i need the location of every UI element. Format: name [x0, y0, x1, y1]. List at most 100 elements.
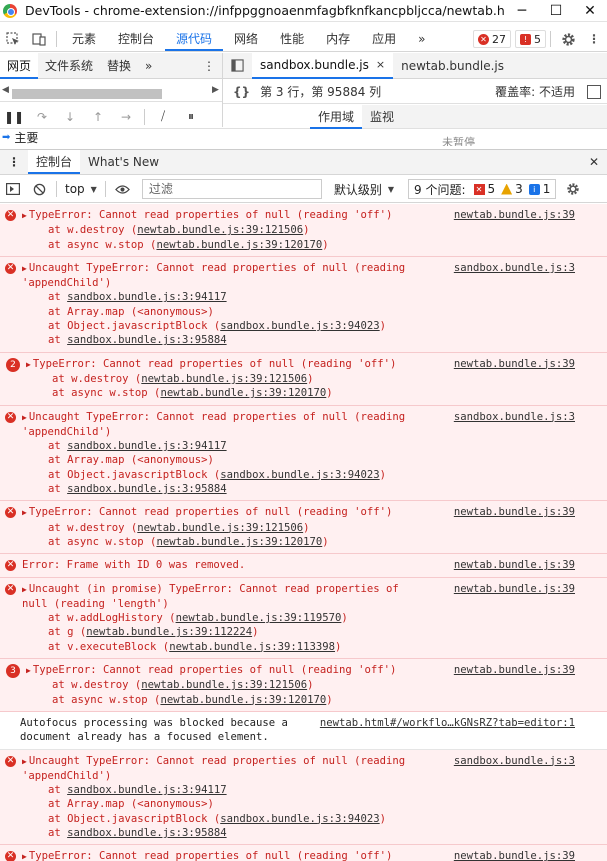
deactivate-breakpoints-icon[interactable]: ⧸ [149, 109, 177, 124]
stack-frame-link[interactable]: newtab.bundle.js:39:119570 [176, 612, 342, 624]
navigator-tab-0[interactable]: 网页 [0, 52, 39, 79]
expand-icon[interactable]: ▶ [22, 757, 27, 766]
close-tab-icon[interactable]: × [376, 52, 385, 78]
console-message[interactable]: ✕ newtab.bundle.js:39 ▶ TypeError: Cannot r… [0, 501, 607, 555]
stack-frame-link[interactable]: newtab.bundle.js:39:121506 [137, 224, 303, 236]
pause-icon[interactable]: ❚❚ [0, 110, 28, 124]
more-options-icon[interactable]: ⋮ [581, 27, 607, 51]
stack-frame-link[interactable]: sandbox.bundle.js:3:94023 [220, 469, 379, 481]
source-link[interactable]: newtab.bundle.js:39 [454, 357, 575, 371]
console-message[interactable]: 2 newtab.bundle.js:39 ▶ TypeError: Cannot r… [0, 352, 607, 406]
navigator-tab-2[interactable]: 替换 [100, 53, 138, 79]
step-out-icon[interactable]: ↑ [84, 110, 112, 124]
toggle-debugger-icon[interactable] [587, 84, 601, 99]
stack-frame-link[interactable]: newtab.bundle.js:39:120170 [160, 387, 326, 399]
issue-count-badge[interactable]: ! 5 [515, 30, 546, 48]
scroll-right-icon[interactable]: ▶ [212, 85, 219, 95]
maximize-button[interactable]: ☐ [539, 0, 573, 22]
tab-0[interactable]: 元素 [61, 27, 107, 51]
tab-1[interactable]: 控制台 [107, 27, 165, 51]
tab-2[interactable]: 源代码 [165, 27, 224, 51]
source-link[interactable]: newtab.bundle.js:39 [454, 558, 575, 572]
navigator-scrollbar[interactable]: ◀ ▶ [0, 80, 222, 102]
source-link[interactable]: newtab.bundle.js:39 [454, 663, 575, 677]
console-message[interactable]: newtab.html#/workflo…kGNsRZ?tab=editor:1… [0, 711, 607, 750]
stack-frame-link[interactable]: sandbox.bundle.js:3:94117 [67, 440, 226, 452]
thread-item[interactable]: ➡ 主要 [0, 129, 310, 146]
source-link[interactable]: sandbox.bundle.js:3 [454, 754, 575, 768]
stack-frame-link[interactable]: sandbox.bundle.js:3:94117 [67, 784, 226, 796]
stack-frame-link[interactable]: sandbox.bundle.js:3:94023 [220, 813, 379, 825]
error-count-badge[interactable]: ✕ 27 [473, 30, 511, 48]
close-button[interactable]: ✕ [573, 0, 607, 22]
close-drawer-icon[interactable]: ✕ [581, 150, 607, 174]
stack-frame-link[interactable]: sandbox.bundle.js:3:95884 [67, 827, 226, 839]
stack-frame-link[interactable]: sandbox.bundle.js:3:94023 [220, 320, 379, 332]
pause-on-exceptions-icon[interactable]: ⏸ [177, 109, 205, 124]
step-icon[interactable]: → [112, 110, 140, 124]
tab-5[interactable]: 内存 [315, 27, 361, 51]
console-message[interactable]: 3 newtab.bundle.js:39 ▶ TypeError: Cannot r… [0, 659, 607, 712]
expand-icon[interactable]: ▶ [26, 666, 31, 675]
step-into-icon[interactable]: ↓ [56, 110, 84, 124]
console-message[interactable]: ✕ sandbox.bundle.js:3 ▶ Uncaught TypeError:… [0, 749, 607, 846]
sidebar-toggle-icon[interactable] [0, 183, 26, 195]
stack-frame-link[interactable]: newtab.bundle.js:39:120170 [156, 239, 322, 251]
source-link[interactable]: newtab.bundle.js:39 [454, 505, 575, 519]
tab-newtab-bundle[interactable]: newtab.bundle.js [393, 53, 512, 79]
tab-3[interactable]: 网络 [223, 27, 269, 51]
console-message[interactable]: ✕ newtab.bundle.js:39 ▶ TypeError: Cannot r… [0, 845, 607, 861]
more-tabs-button[interactable]: » [407, 27, 436, 51]
stack-frame-link[interactable]: sandbox.bundle.js:3:95884 [67, 483, 226, 495]
stack-frame-link[interactable]: newtab.bundle.js:39:113398 [169, 641, 335, 653]
stack-frame-link[interactable]: newtab.bundle.js:39:120170 [160, 694, 326, 706]
scrollbar-thumb[interactable] [12, 89, 162, 99]
tab-scope[interactable]: 作用域 [310, 104, 363, 129]
expand-icon[interactable]: ▶ [26, 360, 31, 369]
inspect-element-icon[interactable] [0, 27, 26, 51]
console-message[interactable]: ✕ sandbox.bundle.js:3 ▶ Uncaught TypeError:… [0, 256, 607, 353]
navigator-more-button[interactable]: » [138, 53, 159, 79]
stack-frame-link[interactable]: newtab.bundle.js:39:121506 [137, 522, 303, 534]
source-link[interactable]: newtab.bundle.js:39 [454, 849, 575, 861]
clear-console-icon[interactable] [26, 183, 52, 196]
tab-sandbox-bundle[interactable]: sandbox.bundle.js × [252, 52, 394, 79]
stack-frame-link[interactable]: newtab.bundle.js:39:112224 [86, 626, 252, 638]
tab-whats-new[interactable]: What's New [80, 150, 167, 174]
expand-icon[interactable]: ▶ [22, 211, 27, 220]
expand-icon[interactable]: ▶ [22, 413, 27, 422]
log-level-selector[interactable]: 默认级别 ▼ [334, 181, 394, 198]
tab-console[interactable]: 控制台 [28, 150, 81, 174]
gear-icon[interactable] [560, 182, 586, 196]
expand-icon[interactable]: ▶ [22, 852, 27, 861]
navigator-menu-icon[interactable]: ⋮ [196, 53, 222, 79]
step-over-icon[interactable]: ↷ [28, 110, 56, 124]
device-toolbar-icon[interactable] [26, 27, 52, 51]
gear-icon[interactable] [555, 27, 581, 51]
console-message[interactable]: ✕ newtab.bundle.js:39 Error: Frame with ID… [0, 554, 607, 578]
stack-frame-link[interactable]: newtab.bundle.js:39:120170 [156, 536, 322, 548]
filter-input[interactable]: 过滤 [141, 179, 322, 199]
console-message[interactable]: ✕ newtab.bundle.js:39 ▶ Uncaught (in promis… [0, 577, 607, 660]
source-link[interactable]: newtab.html#/workflo…kGNsRZ?tab=editor:1 [320, 716, 575, 730]
context-selector[interactable]: top ▼ [65, 182, 97, 196]
tab-watch[interactable]: 监视 [362, 105, 402, 129]
scroll-left-icon[interactable]: ◀ [2, 85, 9, 95]
expand-icon[interactable]: ▶ [22, 264, 27, 273]
source-link[interactable]: newtab.bundle.js:39 [454, 208, 575, 222]
stack-frame-link[interactable]: newtab.bundle.js:39:121506 [141, 373, 307, 385]
expand-icon[interactable]: ▶ [22, 508, 27, 517]
source-link[interactable]: newtab.bundle.js:39 [454, 582, 575, 596]
console-message[interactable]: ✕ sandbox.bundle.js:3 ▶ Uncaught TypeError:… [0, 405, 607, 502]
drawer-menu-icon[interactable]: ⋮ [0, 150, 28, 174]
toggle-navigator-icon[interactable] [223, 53, 252, 79]
tab-4[interactable]: 性能 [269, 27, 315, 51]
minimize-button[interactable]: ─ [505, 0, 539, 22]
expand-icon[interactable]: ▶ [22, 585, 27, 594]
source-link[interactable]: sandbox.bundle.js:3 [454, 410, 575, 424]
stack-frame-link[interactable]: newtab.bundle.js:39:121506 [141, 679, 307, 691]
console-message[interactable]: ✕ newtab.bundle.js:39 ▶ TypeError: Cannot r… [0, 204, 607, 257]
stack-frame-link[interactable]: sandbox.bundle.js:3:95884 [67, 334, 226, 346]
source-link[interactable]: sandbox.bundle.js:3 [454, 261, 575, 275]
issues-button[interactable]: 9 个问题: ✕ 5 3 i1 [408, 179, 557, 199]
